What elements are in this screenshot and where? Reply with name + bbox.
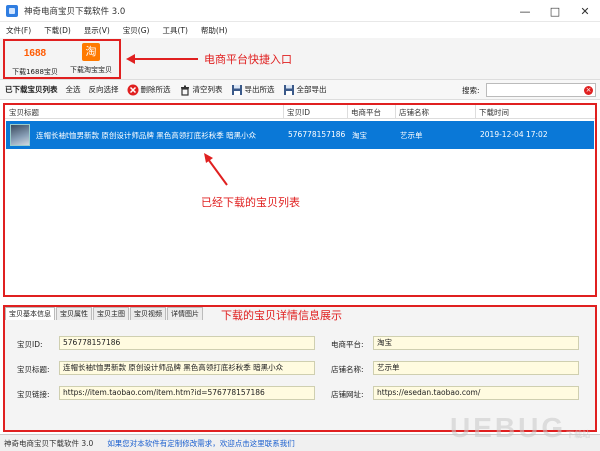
- search-input[interactable]: ×: [486, 83, 596, 97]
- window-title: 神奇电商宝贝下载软件 3.0: [24, 6, 126, 17]
- downloaded-list-tab[interactable]: 已下载宝贝列表: [5, 84, 58, 95]
- column-header-shop[interactable]: 店铺名称: [399, 107, 429, 118]
- logo-1688-icon: 1688: [23, 48, 47, 59]
- id-field[interactable]: 576778157186: [59, 336, 315, 350]
- shop-url-label: 店铺网址:: [331, 390, 364, 399]
- column-header-time[interactable]: 下载时间: [479, 107, 509, 118]
- column-header-id[interactable]: 宝贝ID: [287, 107, 310, 118]
- details-tabs: 宝贝基本信息 宝贝属性 宝贝主图 宝贝视频 详情图片: [5, 307, 204, 320]
- title-field[interactable]: 连帽长袖t恤男新款 原创设计师品牌 黑色高领打底衫秋季 暗黑小众: [59, 361, 315, 375]
- delete-selected-button[interactable]: 删除所选: [127, 84, 171, 96]
- contact-link[interactable]: 如果您对本软件有定制修改需求，欢迎点击这里联系我们: [107, 438, 295, 449]
- table-row[interactable]: 连帽长袖t恤男新款 原创设计师品牌 黑色高领打底衫秋季 暗黑小众 5767781…: [6, 121, 594, 149]
- row-platform: 淘宝: [352, 131, 367, 140]
- column-header-title[interactable]: 宝贝标题: [9, 107, 39, 118]
- row-title: 连帽长袖t恤男新款 原创设计师品牌 黑色高领打底衫秋季 暗黑小众: [36, 131, 257, 140]
- minimize-button[interactable]: —: [510, 0, 540, 22]
- taobao-logo-icon: 淘: [82, 43, 100, 61]
- platform-highlight-box: 1688 下载1688宝贝 淘 下载淘宝宝贝: [3, 39, 121, 79]
- annotation-list: 已经下载的宝贝列表: [201, 196, 300, 209]
- shop-field[interactable]: 艺示单: [373, 361, 579, 375]
- close-button[interactable]: ✕: [570, 0, 600, 22]
- annotation-arrow-list: [204, 153, 228, 186]
- trash-icon: [179, 84, 191, 96]
- tab-attributes[interactable]: 宝贝属性: [56, 307, 92, 320]
- download-1688-button[interactable]: 1688 下载1688宝贝: [7, 43, 63, 77]
- tab-basic-info[interactable]: 宝贝基本信息: [5, 307, 55, 320]
- menu-bar: 文件(F) 下载(D) 显示(V) 宝贝(G) 工具(T) 帮助(H): [0, 22, 600, 38]
- export-all-label: 全部导出: [296, 85, 327, 94]
- title-label: 宝贝标题:: [17, 365, 50, 374]
- platform-panel: 1688 下载1688宝贝 淘 下载淘宝宝贝 电商平台快捷入口: [0, 38, 600, 80]
- row-id: 576778157186: [288, 130, 346, 139]
- status-version: 神奇电商宝贝下载软件 3.0: [4, 438, 94, 448]
- shop-url-field[interactable]: https://esedan.taobao.com/: [373, 386, 579, 400]
- select-all-button[interactable]: 全选: [66, 84, 81, 95]
- save-all-icon: [283, 84, 295, 96]
- platform-field[interactable]: 淘宝: [373, 336, 579, 350]
- tab-video[interactable]: 宝贝视频: [130, 307, 166, 320]
- link-field[interactable]: https://item.taobao.com/item.htm?id=5767…: [59, 386, 315, 400]
- delete-selected-label: 删除所选: [140, 85, 171, 94]
- download-1688-label: 下载1688宝贝: [12, 68, 58, 76]
- shop-label: 店铺名称:: [331, 365, 364, 374]
- annotation-details: 下载的宝贝详情信息展示: [221, 309, 342, 322]
- save-icon: [231, 84, 243, 96]
- toolbar: 已下载宝贝列表 全选 反向选择 删除所选 清空列表 导出所选 全部导出 搜索: …: [0, 80, 600, 100]
- platform-label: 电商平台:: [331, 340, 364, 349]
- menu-download[interactable]: 下载(D): [44, 25, 71, 36]
- clear-search-icon[interactable]: ×: [584, 86, 593, 95]
- row-time: 2019-12-04 17:02: [480, 130, 548, 139]
- id-label: 宝贝ID:: [17, 340, 43, 349]
- menu-view[interactable]: 显示(V): [84, 25, 110, 36]
- delete-icon: [127, 84, 139, 96]
- menu-help[interactable]: 帮助(H): [201, 25, 228, 36]
- list-header: 宝贝标题 宝贝ID 电商平台 店铺名称 下载时间: [5, 105, 595, 119]
- watermark-logo: UEBUG下载站: [450, 412, 591, 443]
- title-bar: 神奇电商宝贝下载软件 3.0 — □ ✕: [0, 0, 600, 22]
- export-all-button[interactable]: 全部导出: [283, 84, 327, 96]
- clear-list-button[interactable]: 清空列表: [179, 84, 223, 96]
- export-selected-label: 导出所选: [244, 85, 275, 94]
- tab-detail-images[interactable]: 详情图片: [167, 307, 203, 320]
- column-header-platform[interactable]: 电商平台: [351, 107, 381, 118]
- clear-list-label: 清空列表: [192, 85, 223, 94]
- tab-main-image[interactable]: 宝贝主图: [93, 307, 129, 320]
- annotation-arrow-platform: [126, 54, 198, 64]
- download-taobao-button[interactable]: 淘 下载淘宝宝贝: [63, 43, 119, 77]
- maximize-button[interactable]: □: [540, 0, 570, 22]
- row-shop: 艺示单: [400, 131, 423, 140]
- menu-file[interactable]: 文件(F): [6, 25, 31, 36]
- menu-tools[interactable]: 工具(T): [162, 25, 187, 36]
- invert-selection-button[interactable]: 反向选择: [89, 84, 119, 95]
- app-icon: [6, 4, 18, 17]
- link-label: 宝贝链接:: [17, 390, 50, 399]
- search-label: 搜索:: [462, 86, 480, 95]
- menu-goods[interactable]: 宝贝(G): [123, 25, 150, 36]
- downloaded-goods-list[interactable]: 宝贝标题 宝贝ID 电商平台 店铺名称 下载时间 连帽长袖t恤男新款 原创设计师…: [3, 103, 597, 297]
- goods-thumbnail: [10, 124, 30, 146]
- annotation-platform: 电商平台快捷入口: [204, 53, 292, 66]
- export-selected-button[interactable]: 导出所选: [231, 84, 275, 96]
- download-taobao-label: 下载淘宝宝贝: [70, 66, 112, 74]
